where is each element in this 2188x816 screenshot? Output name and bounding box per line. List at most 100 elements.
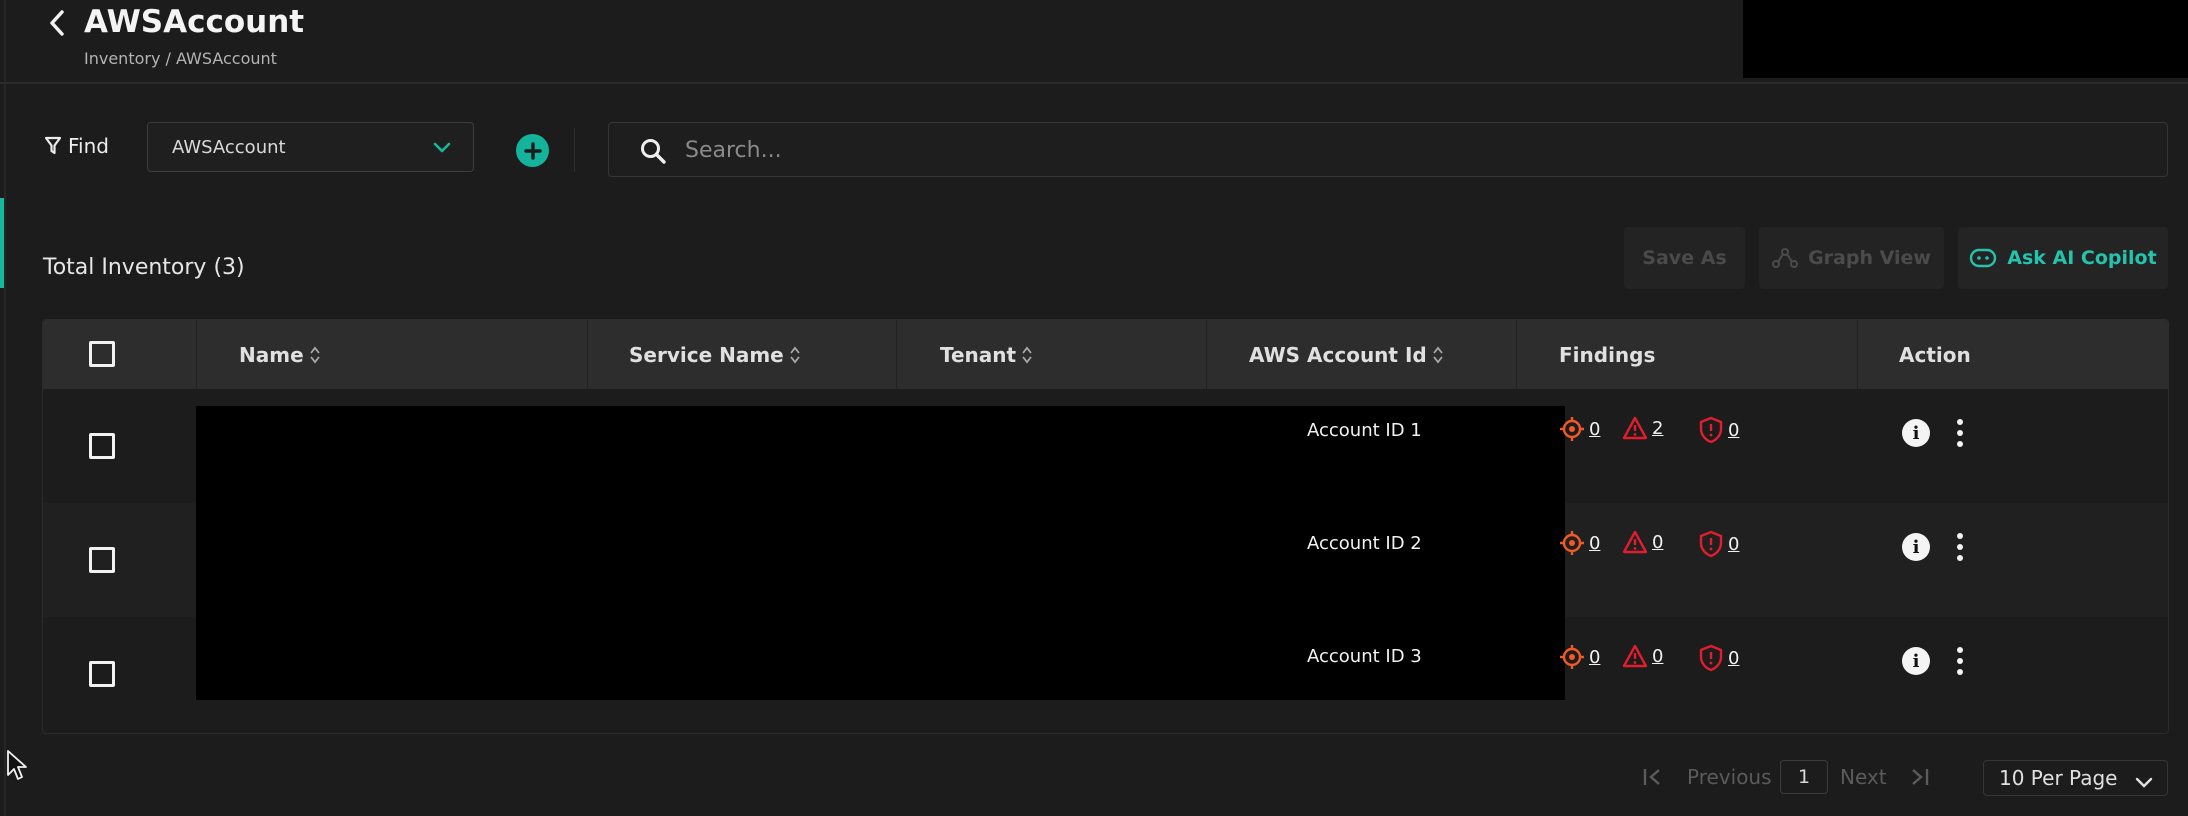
find-filter-button[interactable]: Find	[44, 134, 109, 158]
misconfiguration-count-link[interactable]: 0	[1622, 644, 1663, 668]
column-divider	[1206, 320, 1207, 389]
shield-alert-icon	[1699, 644, 1723, 672]
search-input[interactable]	[685, 133, 2145, 167]
chevron-left-icon	[50, 10, 64, 36]
left-rail-active-indicator	[0, 198, 4, 288]
inventory-table: Name Service Name Tenant AWS Account Id …	[42, 319, 2169, 734]
graph-icon	[1772, 248, 1799, 268]
misconfiguration-count: 0	[1652, 645, 1664, 667]
copilot-icon	[1970, 248, 1997, 268]
vulnerability-count: 0	[1589, 646, 1601, 668]
vulnerability-count-link[interactable]: 0	[1559, 644, 1600, 670]
last-page-icon[interactable]	[1908, 767, 1930, 791]
plus-icon	[523, 141, 542, 160]
per-page-select[interactable]: 10 Per Page	[1983, 760, 2168, 796]
resource-type-value: AWSAccount	[172, 137, 286, 158]
table-header: Name Service Name Tenant AWS Account Id …	[43, 320, 2168, 389]
next-page-button[interactable]: Next	[1840, 765, 1887, 789]
threat-count-link[interactable]: 0	[1698, 416, 1739, 444]
find-label: Find	[68, 134, 109, 158]
column-header-action: Action	[1899, 320, 1971, 389]
left-rail	[4, 0, 6, 816]
pagination: Previous 1 Next 10 Per Page	[0, 760, 2188, 796]
total-inventory-count: Total Inventory (3)	[43, 255, 245, 280]
column-divider	[196, 320, 197, 389]
row-checkbox[interactable]	[89, 547, 115, 573]
column-header-name[interactable]: Name	[239, 320, 320, 389]
column-header-label: Service Name	[629, 342, 784, 367]
threat-count-link[interactable]: 0	[1698, 530, 1739, 558]
column-header-label: Action	[1899, 342, 1971, 367]
sort-icon	[1022, 346, 1032, 363]
aws-account-id-cell: Account ID 2	[1307, 533, 1422, 554]
crosshair-icon	[1560, 531, 1584, 555]
first-page-icon[interactable]	[1642, 767, 1664, 791]
warning-triangle-icon	[1622, 416, 1648, 440]
column-header-findings: Findings	[1559, 320, 1655, 389]
column-divider	[896, 320, 897, 389]
search-box	[608, 122, 2168, 177]
column-header-label: Name	[239, 342, 304, 367]
info-icon[interactable]: i	[1902, 419, 1930, 447]
more-options-icon[interactable]	[1955, 419, 1965, 447]
misconfiguration-count: 0	[1652, 531, 1664, 553]
vulnerability-count-link[interactable]: 0	[1559, 530, 1600, 556]
column-header-label: AWS Account Id	[1249, 342, 1427, 367]
info-icon[interactable]: i	[1902, 533, 1930, 561]
select-all-checkbox[interactable]	[89, 341, 115, 367]
vulnerability-count: 0	[1589, 418, 1601, 440]
mouse-cursor-icon	[6, 749, 28, 787]
vulnerability-count: 0	[1589, 532, 1601, 554]
sort-icon	[309, 346, 320, 363]
current-page-number[interactable]: 1	[1780, 760, 1828, 794]
threat-count: 0	[1728, 647, 1740, 669]
misconfiguration-count-link[interactable]: 2	[1622, 416, 1663, 440]
more-options-icon[interactable]	[1955, 533, 1965, 561]
ask-ai-copilot-label: Ask AI Copilot	[2007, 247, 2157, 269]
row-checkbox[interactable]	[89, 433, 115, 459]
previous-page-button[interactable]: Previous	[1687, 765, 1772, 789]
crosshair-icon	[1560, 645, 1584, 669]
threat-count: 0	[1728, 419, 1740, 441]
add-filter-button[interactable]	[516, 134, 549, 167]
chevron-down-icon	[433, 139, 451, 158]
search-icon	[639, 137, 667, 169]
page-title: AWSAccount	[84, 4, 305, 40]
misconfiguration-count-link[interactable]: 0	[1622, 530, 1663, 554]
resource-type-select[interactable]: AWSAccount	[147, 122, 474, 172]
save-as-label: Save As	[1642, 247, 1727, 269]
column-header-aws-account-id[interactable]: AWS Account Id	[1249, 320, 1443, 389]
misconfiguration-count: 2	[1652, 417, 1664, 439]
column-header-service-name[interactable]: Service Name	[629, 320, 800, 389]
sort-icon	[1433, 346, 1443, 363]
chevron-down-icon	[2135, 770, 2153, 794]
redacted-region	[1743, 0, 2188, 78]
column-divider	[587, 320, 588, 389]
warning-triangle-icon	[1622, 530, 1648, 554]
column-header-label: Tenant	[940, 342, 1017, 367]
shield-alert-icon	[1699, 530, 1723, 558]
column-divider	[1857, 320, 1858, 389]
warning-triangle-icon	[1622, 644, 1648, 668]
crosshair-icon	[1560, 417, 1584, 441]
row-checkbox[interactable]	[89, 661, 115, 687]
graph-view-label: Graph View	[1808, 247, 1931, 269]
aws-account-id-cell: Account ID 1	[1307, 420, 1422, 441]
graph-view-button[interactable]: Graph View	[1759, 227, 1944, 289]
breadcrumb[interactable]: Inventory / AWSAccount	[84, 49, 277, 68]
shield-alert-icon	[1699, 416, 1723, 444]
column-header-tenant[interactable]: Tenant	[940, 320, 1032, 389]
filter-icon	[44, 136, 62, 155]
save-as-button[interactable]: Save As	[1624, 227, 1745, 289]
aws-account-id-cell: Account ID 3	[1307, 646, 1422, 667]
back-button[interactable]	[46, 6, 68, 40]
vulnerability-count-link[interactable]: 0	[1559, 416, 1600, 442]
more-options-icon[interactable]	[1955, 647, 1965, 675]
info-icon[interactable]: i	[1902, 647, 1930, 675]
threat-count-link[interactable]: 0	[1698, 644, 1739, 672]
column-header-label: Findings	[1559, 342, 1656, 367]
ask-ai-copilot-button[interactable]: Ask AI Copilot	[1958, 227, 2168, 289]
column-divider	[1516, 320, 1517, 389]
threat-count: 0	[1728, 533, 1740, 555]
sort-icon	[790, 346, 800, 363]
